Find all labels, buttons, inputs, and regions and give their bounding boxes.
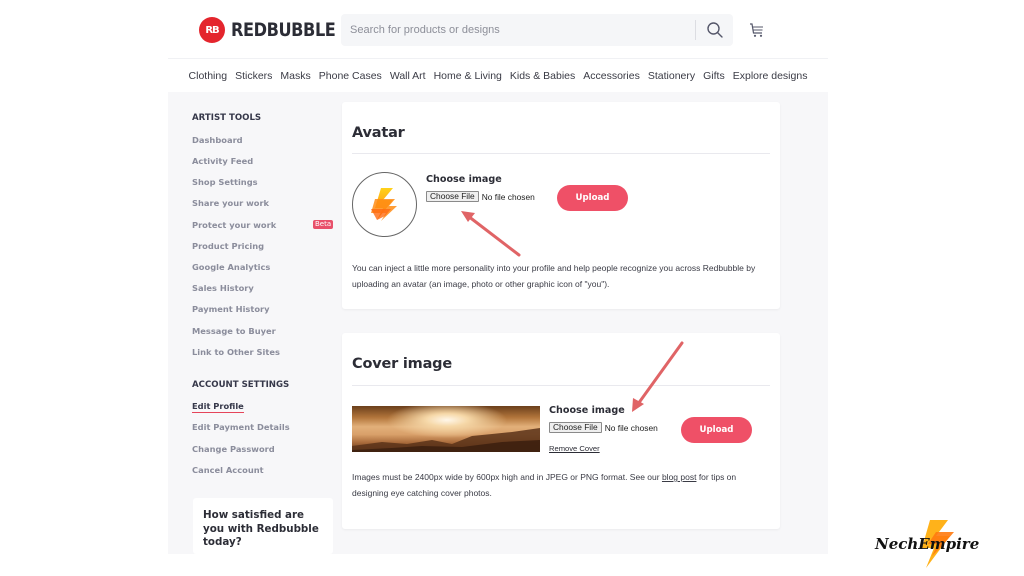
nav-item-home-living[interactable]: Home & Living bbox=[430, 70, 506, 82]
sidebar-item-edit-profile[interactable]: Edit Profile bbox=[192, 401, 244, 413]
avatar-file-input: Choose File No file chosen bbox=[426, 191, 535, 202]
watermark-text: NechEmpire bbox=[874, 535, 979, 553]
sidebar-item-share-your-work[interactable]: Share your work bbox=[192, 198, 269, 208]
search-icon[interactable] bbox=[706, 21, 724, 39]
sidebar-item-activity-feed[interactable]: Activity Feed bbox=[192, 156, 253, 166]
remove-cover-link[interactable]: Remove Cover bbox=[549, 444, 600, 453]
blog-post-link[interactable]: blog post bbox=[662, 472, 697, 482]
sidebar-item-sales-history[interactable]: Sales History bbox=[192, 283, 254, 293]
sidebar-item-dashboard[interactable]: Dashboard bbox=[192, 135, 243, 145]
sidebar-item-change-password[interactable]: Change Password bbox=[192, 444, 275, 454]
cover-card: Cover image Choose image Choose File No … bbox=[342, 333, 780, 529]
avatar-choose-file-button[interactable]: Choose File bbox=[426, 191, 479, 202]
nav-item-accessories[interactable]: Accessories bbox=[579, 70, 644, 82]
redbubble-logo[interactable]: RB REDBUBBLE bbox=[199, 17, 354, 43]
sidebar-item-message-to-buyer[interactable]: Message to Buyer bbox=[192, 326, 276, 336]
nav-item-kids-babies[interactable]: Kids & Babies bbox=[506, 70, 579, 82]
avatar-logo-icon bbox=[371, 188, 397, 221]
sidebar-item-google-analytics[interactable]: Google Analytics bbox=[192, 262, 270, 272]
nav-item-gifts[interactable]: Gifts bbox=[699, 70, 729, 82]
avatar-description: You can inject a little more personality… bbox=[352, 263, 756, 289]
avatar-card: Avatar Choose image Choose File No file … bbox=[342, 102, 780, 309]
avatar-divider bbox=[352, 153, 770, 154]
nav-item-stickers[interactable]: Stickers bbox=[231, 70, 276, 82]
cover-choose-label: Choose image bbox=[549, 405, 625, 416]
cover-file-status: No file chosen bbox=[604, 422, 658, 433]
nav-item-clothing[interactable]: Clothing bbox=[185, 70, 232, 82]
page-body: ARTIST TOOLS Dashboard Activity Feed Sho… bbox=[168, 92, 828, 554]
sidebar-item-product-pricing[interactable]: Product Pricing bbox=[192, 241, 264, 251]
cover-image-preview bbox=[352, 406, 540, 452]
mountain-silhouette bbox=[352, 428, 540, 452]
cover-choose-file-button[interactable]: Choose File bbox=[549, 422, 602, 433]
avatar-preview bbox=[352, 172, 417, 237]
account-settings-heading: ACCOUNT SETTINGS bbox=[192, 380, 290, 390]
sidebar-item-payment-history[interactable]: Payment History bbox=[192, 304, 270, 314]
nechempire-watermark: NechEmpire bbox=[874, 520, 979, 568]
nav-item-explore-designs[interactable]: Explore designs bbox=[729, 70, 812, 82]
avatar-file-status: No file chosen bbox=[481, 191, 535, 202]
avatar-choose-label: Choose image bbox=[426, 174, 502, 185]
sidebar: ARTIST TOOLS Dashboard Activity Feed Sho… bbox=[168, 92, 336, 554]
artist-tools-heading: ARTIST TOOLS bbox=[192, 113, 262, 123]
avatar-title: Avatar bbox=[352, 125, 405, 141]
search-bar bbox=[341, 14, 733, 46]
sidebar-item-link-to-other-sites[interactable]: Link to Other Sites bbox=[192, 347, 280, 357]
cover-description: Images must be 2400px wide by 600px high… bbox=[352, 472, 737, 498]
beta-badge: Beta bbox=[313, 220, 334, 229]
survey-question: How satisfied are you with Redbubble tod… bbox=[203, 509, 319, 548]
site-header: RB REDBUBBLE bbox=[168, 0, 828, 58]
nav-item-masks[interactable]: Masks bbox=[276, 70, 314, 82]
satisfaction-survey[interactable]: How satisfied are you with Redbubble tod… bbox=[193, 498, 333, 554]
cover-title: Cover image bbox=[352, 356, 452, 372]
sidebar-item-edit-payment-details[interactable]: Edit Payment Details bbox=[192, 422, 290, 432]
sidebar-item-shop-settings[interactable]: Shop Settings bbox=[192, 177, 258, 187]
cover-file-input: Choose File No file chosen bbox=[549, 422, 658, 433]
avatar-upload-button[interactable]: Upload bbox=[557, 185, 628, 211]
nav-item-stationery[interactable]: Stationery bbox=[644, 70, 699, 82]
cart-icon[interactable] bbox=[749, 22, 765, 38]
nav-item-phone-cases[interactable]: Phone Cases bbox=[315, 70, 386, 82]
search-input[interactable] bbox=[341, 14, 681, 46]
cover-upload-button[interactable]: Upload bbox=[681, 417, 752, 443]
cover-divider bbox=[352, 385, 770, 386]
brand-name: REDBUBBLE bbox=[231, 19, 336, 41]
logo-mark-icon: RB bbox=[199, 17, 225, 43]
sidebar-item-protect-your-work[interactable]: Protect your work bbox=[192, 220, 276, 230]
nav-item-wall-art[interactable]: Wall Art bbox=[386, 70, 430, 82]
search-divider bbox=[695, 20, 696, 40]
sidebar-item-cancel-account[interactable]: Cancel Account bbox=[192, 465, 264, 475]
category-nav: Clothing Stickers Masks Phone Cases Wall… bbox=[168, 58, 828, 92]
